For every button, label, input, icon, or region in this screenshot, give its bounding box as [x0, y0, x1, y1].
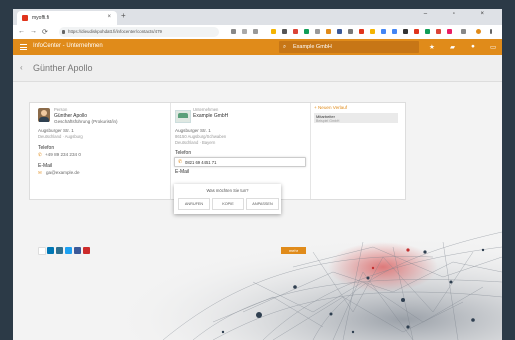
extension-icon[interactable] — [436, 29, 441, 34]
youtube-icon[interactable] — [83, 247, 90, 254]
notes-column: + Neuen Verlauf Mitarbeiter Beispiel Gmb… — [310, 103, 405, 199]
person-role-label: Person — [54, 107, 68, 112]
linkedin-icon[interactable] — [47, 247, 54, 254]
chat-icon[interactable]: ▰ — [450, 43, 455, 51]
back-icon[interactable]: ← — [18, 28, 25, 35]
forward-icon[interactable]: → — [30, 28, 37, 35]
person-email[interactable]: ga@example.de — [46, 170, 80, 175]
copy-button[interactable]: KOPIE — [212, 198, 244, 210]
tab-title: myoffi.fi — [32, 15, 50, 21]
search-icon: ⌕ — [283, 44, 287, 50]
phone-icon: ✆ — [38, 152, 42, 157]
phone-action-popup: Was möchten Sie tun? ANRUFEN KOPIE ANPAS… — [174, 184, 281, 214]
page-header: ‹ Günther Apollo — [13, 55, 502, 82]
more-button[interactable]: mehr — [281, 247, 306, 254]
browser-window: myoffi.fi × + – ▫ × ← → ⟳ https://dieudi… — [13, 9, 502, 340]
mail-icon: ✉ — [38, 170, 42, 175]
content-area: Person Günther Apollo Geschäftsführung (… — [13, 82, 502, 340]
favicon-icon — [22, 15, 28, 21]
star-icon[interactable]: ★ — [429, 43, 435, 51]
google-icon[interactable] — [38, 247, 46, 255]
popup-question: Was möchten Sie tun? — [206, 188, 249, 193]
extension-icon[interactable] — [348, 29, 353, 34]
address-bar: ← → ⟳ https://dieudiskpohdatt.fi/infocen… — [13, 25, 502, 40]
person-email-label: E-Mail — [38, 163, 53, 169]
zoom-icon[interactable] — [231, 29, 236, 34]
extension-icon[interactable] — [381, 29, 386, 34]
company-address-2: 86150 Augsburg/Schwaben — [175, 134, 227, 139]
browser-tab[interactable]: myoffi.fi × — [17, 11, 117, 25]
url-input[interactable]: https://dieudiskpohdatt.fi/infocenter/co… — [59, 27, 219, 37]
profile-avatar[interactable] — [476, 29, 481, 34]
notes-row-value: Beispiel GmbH — [316, 119, 340, 123]
hamburger-icon[interactable] — [20, 44, 27, 50]
twitter-icon[interactable] — [65, 247, 72, 254]
company-email-label: E-Mail — [175, 169, 190, 175]
extension-icon[interactable] — [414, 29, 419, 34]
app-header: InfoCenter - Unternehmen ⌕ Example GmbH … — [13, 39, 502, 55]
company-phone-value: 0821 69 4451 71 — [185, 159, 217, 165]
star-icon[interactable] — [253, 29, 258, 34]
person-phone-label: Telefon — [38, 145, 55, 151]
company-phone-field[interactable]: ✆ 0821 69 4451 71 — [174, 157, 306, 167]
window-controls[interactable]: – ▫ × — [424, 11, 496, 17]
page-title: Günther Apollo — [33, 63, 93, 73]
url-text: https://dieudiskpohdatt.fi/infocenter/co… — [68, 29, 162, 34]
facebook-icon[interactable] — [74, 247, 81, 254]
company-role-label: Unternehmen — [193, 107, 219, 112]
company-logo — [175, 110, 191, 123]
person-position: Geschäftsführung (Prokurist/in) — [54, 119, 118, 124]
xing-icon[interactable] — [56, 247, 63, 254]
company-name: Example GmbH — [193, 113, 229, 119]
reload-icon[interactable]: ⟳ — [42, 28, 48, 36]
back-icon[interactable]: ‹ — [20, 63, 23, 72]
company-address-3: Deutschland · Bayern — [175, 140, 216, 145]
window-icon[interactable]: ▭ — [490, 43, 496, 51]
search-value: Example GmbH — [293, 44, 332, 50]
new-note-link[interactable]: + Neuen Verlauf — [314, 105, 347, 110]
edit-button[interactable]: ANPASSEN — [246, 198, 279, 210]
help-icon[interactable]: ● — [471, 43, 475, 50]
person-column: Person Günther Apollo Geschäftsführung (… — [30, 103, 171, 199]
search-input[interactable]: ⌕ Example GmbH — [279, 41, 419, 53]
call-button[interactable]: ANRUFEN — [178, 198, 210, 210]
person-address-2: Deutschland · Augsburg — [38, 134, 83, 139]
lock-icon — [62, 30, 65, 34]
extension-icon[interactable] — [337, 29, 342, 34]
extension-icon[interactable] — [282, 29, 287, 34]
extension-icon[interactable] — [271, 29, 276, 34]
extension-icon[interactable] — [359, 29, 364, 34]
extension-icon[interactable] — [461, 29, 466, 34]
person-phone[interactable]: +49 89 234 234 0 — [45, 152, 81, 157]
extension-icon[interactable] — [293, 29, 298, 34]
tab-bar: myoffi.fi × + – ▫ × — [13, 9, 502, 25]
extension-icon[interactable] — [304, 29, 309, 34]
new-tab-icon[interactable]: + — [121, 11, 126, 20]
menu-icon[interactable] — [490, 29, 492, 34]
company-address-1: Augsburger Str. 1 — [175, 128, 211, 133]
company-phone-label: Telefon — [175, 150, 192, 156]
close-tab-icon[interactable]: × — [107, 14, 111, 20]
phone-icon: ✆ — [178, 159, 183, 165]
extension-icon[interactable] — [403, 29, 408, 34]
extension-icon[interactable] — [447, 29, 452, 34]
extension-icon[interactable] — [326, 29, 331, 34]
extension-icon[interactable] — [370, 29, 375, 34]
notes-row[interactable]: Mitarbeiter Beispiel GmbH — [314, 113, 398, 123]
key-icon[interactable] — [242, 29, 247, 34]
app-title: InfoCenter - Unternehmen — [33, 43, 103, 49]
extension-icon[interactable] — [425, 29, 430, 34]
person-address-1: Augsburger Str. 1 — [38, 128, 74, 133]
extension-icon[interactable] — [392, 29, 397, 34]
avatar — [38, 108, 50, 122]
extension-icon[interactable] — [315, 29, 320, 34]
